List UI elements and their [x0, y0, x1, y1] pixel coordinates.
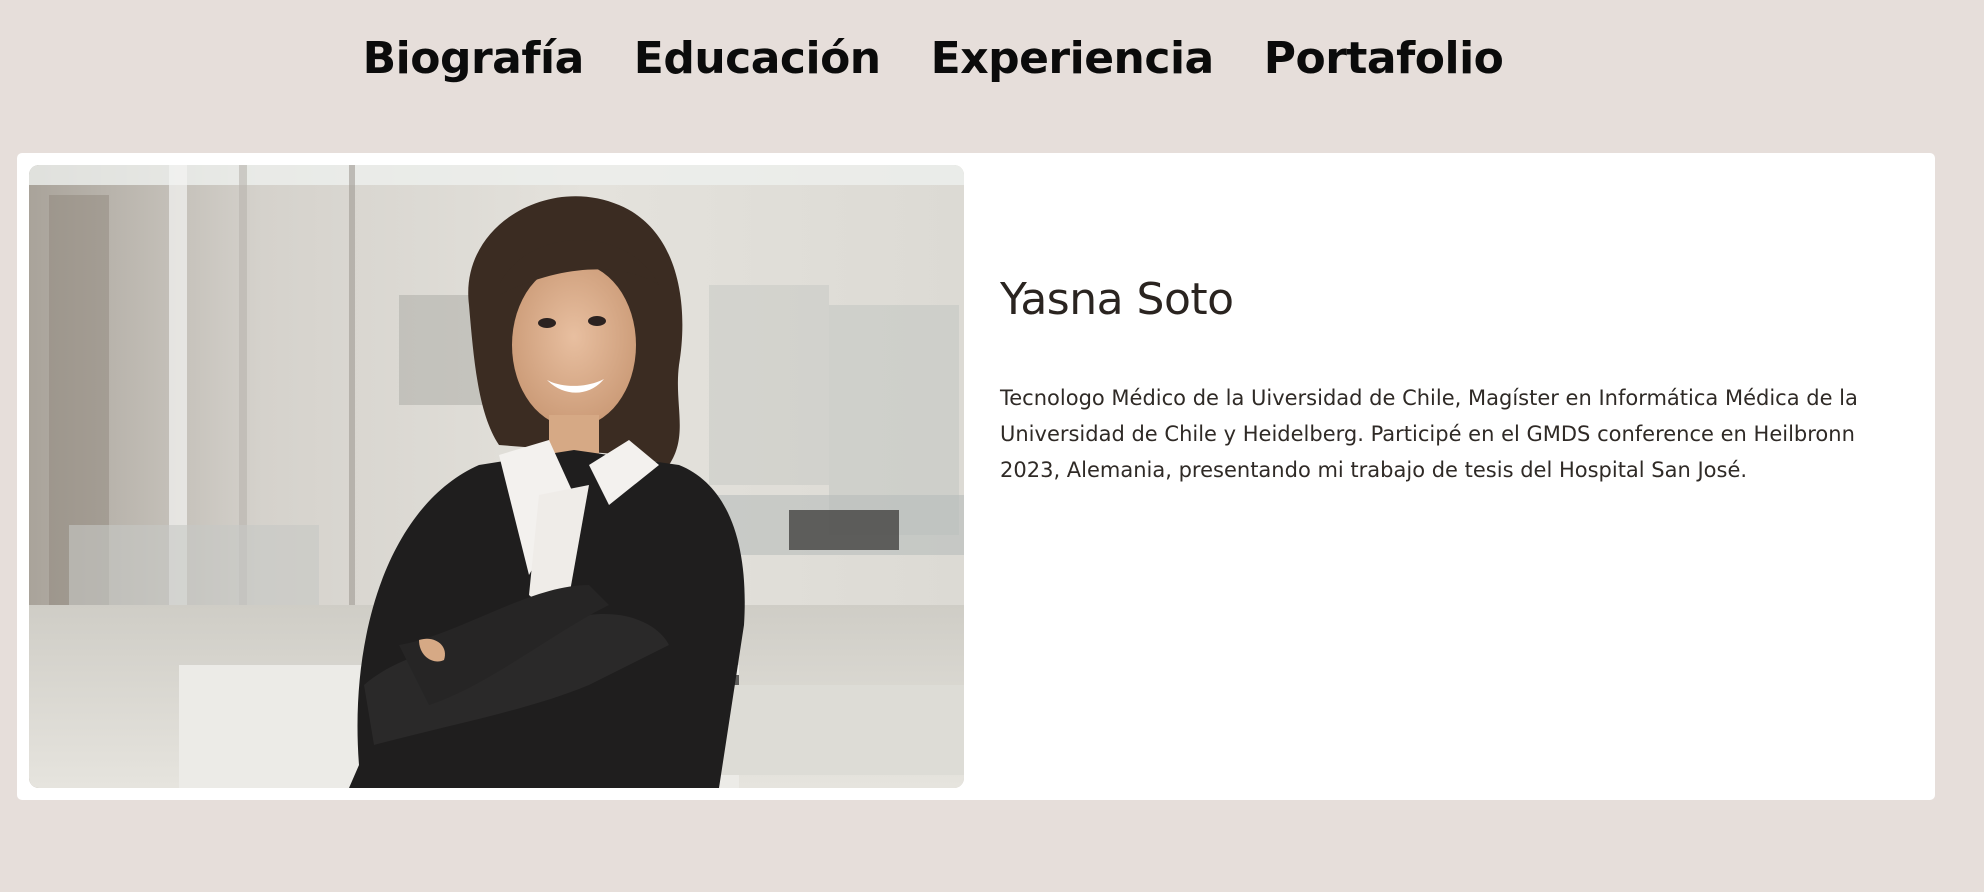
profile-info: Yasna Soto Tecnologo Médico de la Uivers…: [1000, 274, 1880, 488]
nav-link-educacion[interactable]: Educación: [634, 37, 881, 81]
profile-photo: [29, 165, 964, 788]
nav-link-biografia[interactable]: Biografía: [363, 37, 585, 81]
profile-bio: Tecnologo Médico de la Uiversidad de Chi…: [1000, 386, 1858, 483]
profile-card: Yasna Soto Tecnologo Médico de la Uivers…: [17, 153, 1935, 800]
profile-name: Yasna Soto: [1000, 274, 1234, 325]
nav-link-experiencia[interactable]: Experiencia: [931, 37, 1215, 81]
top-navigation: Biografía Educación Experiencia Portafol…: [0, 0, 1925, 118]
nav-link-portafolio[interactable]: Portafolio: [1264, 37, 1504, 81]
